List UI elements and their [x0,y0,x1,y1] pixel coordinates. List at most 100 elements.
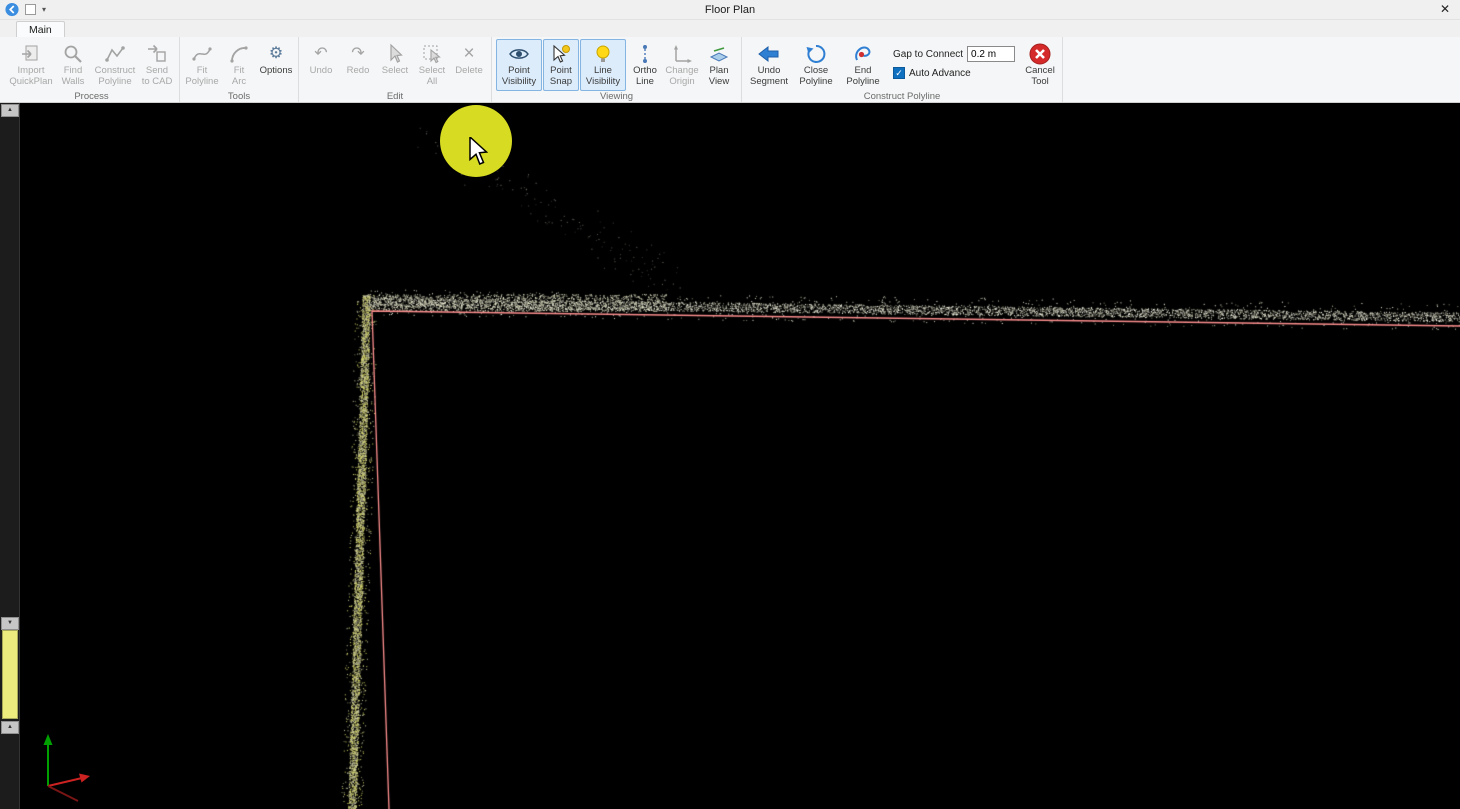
ribbon-group-edit: ↶ Undo ↷ Redo Select Select All × [299,37,492,102]
redo-label: Redo [347,66,370,77]
cancel-tool-icon [1028,42,1052,66]
options-button[interactable]: ⚙ Options [258,39,294,91]
change-origin-label: Change Origin [665,66,698,87]
undo-segment-button[interactable]: Undo Segment [746,39,792,91]
find-walls-button[interactable]: Find Walls [55,39,91,91]
close-button[interactable]: ✕ [1436,2,1454,16]
find-walls-label: Find Walls [62,66,85,87]
left-panel-scroll-top-button[interactable]: ▲ [1,104,19,117]
select-all-label: Select All [419,66,445,87]
tab-main[interactable]: Main [16,21,65,37]
mouse-cursor-icon [468,137,490,167]
close-polyline-icon [805,42,827,66]
point-visibility-label: Point Visibility [502,66,536,87]
delete-label: Delete [455,66,482,77]
construct-polyline-label: Construct Polyline [95,66,136,87]
left-panel-scroll-down-button[interactable]: ▼ [1,617,19,630]
select-button[interactable]: Select [377,39,413,91]
gap-to-connect-label: Gap to Connect [893,49,963,60]
ribbon: Import QuickPlan Find Walls Construct Po… [0,37,1460,103]
redo-button[interactable]: ↷ Redo [340,39,376,91]
left-panel-strip: ▲ ▼ ▲ [0,103,20,809]
group-label-process: Process [8,91,175,103]
delete-button[interactable]: × Delete [451,39,487,91]
coordinate-axes-icon [34,728,104,806]
point-snap-label: Point Snap [550,66,572,87]
select-label: Select [382,66,408,77]
plan-view-label: Plan View [709,66,729,87]
end-polyline-label: End Polyline [846,66,879,87]
point-visibility-button[interactable]: Point Visibility [496,39,542,91]
ribbon-group-tools: Fit Polyline Fit Arc ⚙ Options Tools [180,37,299,102]
group-label-construct-polyline: Construct Polyline [746,91,1058,103]
back-button[interactable] [5,3,19,17]
quick-access-icon[interactable] [25,4,36,15]
title-bar: ▾ Floor Plan ✕ [0,0,1460,20]
send-to-cad-icon [146,42,168,66]
group-label-edit: Edit [303,91,487,103]
point-cloud-canvas[interactable] [20,103,1460,809]
group-label-viewing: Viewing [496,91,737,103]
fit-polyline-icon [191,42,213,66]
auto-advance-checkbox[interactable]: ✓ [893,67,905,79]
change-origin-button[interactable]: Change Origin [664,39,700,91]
window-title: Floor Plan [0,4,1460,16]
undo-segment-arrow-icon [757,42,781,66]
import-quickplan-icon [20,42,42,66]
ortho-line-label: Ortho Line [633,66,657,87]
undo-label: Undo [310,66,333,77]
redo-icon: ↷ [351,42,364,66]
left-panel-tab[interactable] [2,630,18,719]
gap-to-connect-input[interactable] [967,46,1015,62]
find-walls-icon [62,42,84,66]
ribbon-group-process: Import QuickPlan Find Walls Construct Po… [4,37,180,102]
construct-polyline-icon [104,42,126,66]
ribbon-group-construct-polyline: Undo Segment Close Polyline End Polyline… [742,37,1063,102]
line-visibility-label: Line Visibility [586,66,620,87]
construct-polyline-controls: Gap to Connect ✓ Auto Advance [887,39,1021,79]
fit-polyline-button[interactable]: Fit Polyline [184,39,220,91]
ortho-line-icon [634,42,656,66]
plan-view-button[interactable]: Plan View [701,39,737,91]
undo-icon: ↶ [314,42,327,66]
viewport-area: ▲ ▼ ▲ [0,103,1460,809]
ortho-line-button[interactable]: Ortho Line [627,39,663,91]
close-polyline-label: Close Polyline [799,66,832,87]
auto-advance-label: Auto Advance [909,68,971,79]
change-origin-icon [671,42,693,66]
left-panel-scroll-up-button[interactable]: ▲ [1,721,19,734]
send-to-cad-label: Send to CAD [142,66,173,87]
point-snap-icon [550,42,572,66]
select-cursor-icon [384,42,406,66]
line-visibility-button[interactable]: Line Visibility [580,39,626,91]
options-label: Options [260,66,293,77]
construct-polyline-button[interactable]: Construct Polyline [92,39,138,91]
fit-polyline-label: Fit Polyline [185,66,218,87]
quick-access-caret-icon[interactable]: ▾ [42,6,46,14]
fit-arc-label: Fit Arc [232,66,246,87]
ribbon-group-viewing: Point Visibility Point Snap Line Visibil… [492,37,742,102]
ribbon-tab-row: Main [0,20,1460,37]
send-to-cad-button[interactable]: Send to CAD [139,39,175,91]
plan-view-icon [708,42,730,66]
import-quickplan-label: Import QuickPlan [9,66,52,87]
close-polyline-button[interactable]: Close Polyline [793,39,839,91]
end-polyline-button[interactable]: End Polyline [840,39,886,91]
cancel-tool-label: Cancel Tool [1025,66,1055,87]
select-all-icon [421,42,443,66]
fit-arc-icon [228,42,250,66]
import-quickplan-button[interactable]: Import QuickPlan [8,39,54,91]
select-all-button[interactable]: Select All [414,39,450,91]
eye-icon [508,42,530,66]
lightbulb-icon [592,42,614,66]
point-snap-button[interactable]: Point Snap [543,39,579,91]
group-label-tools: Tools [184,91,294,103]
delete-icon: × [463,42,474,66]
cancel-tool-button[interactable]: Cancel Tool [1022,39,1058,91]
end-polyline-icon [852,42,874,66]
fit-arc-button[interactable]: Fit Arc [221,39,257,91]
undo-button[interactable]: ↶ Undo [303,39,339,91]
options-gear-icon: ⚙ [269,42,283,66]
undo-segment-label: Undo Segment [750,66,788,87]
cursor-highlight [440,105,512,177]
